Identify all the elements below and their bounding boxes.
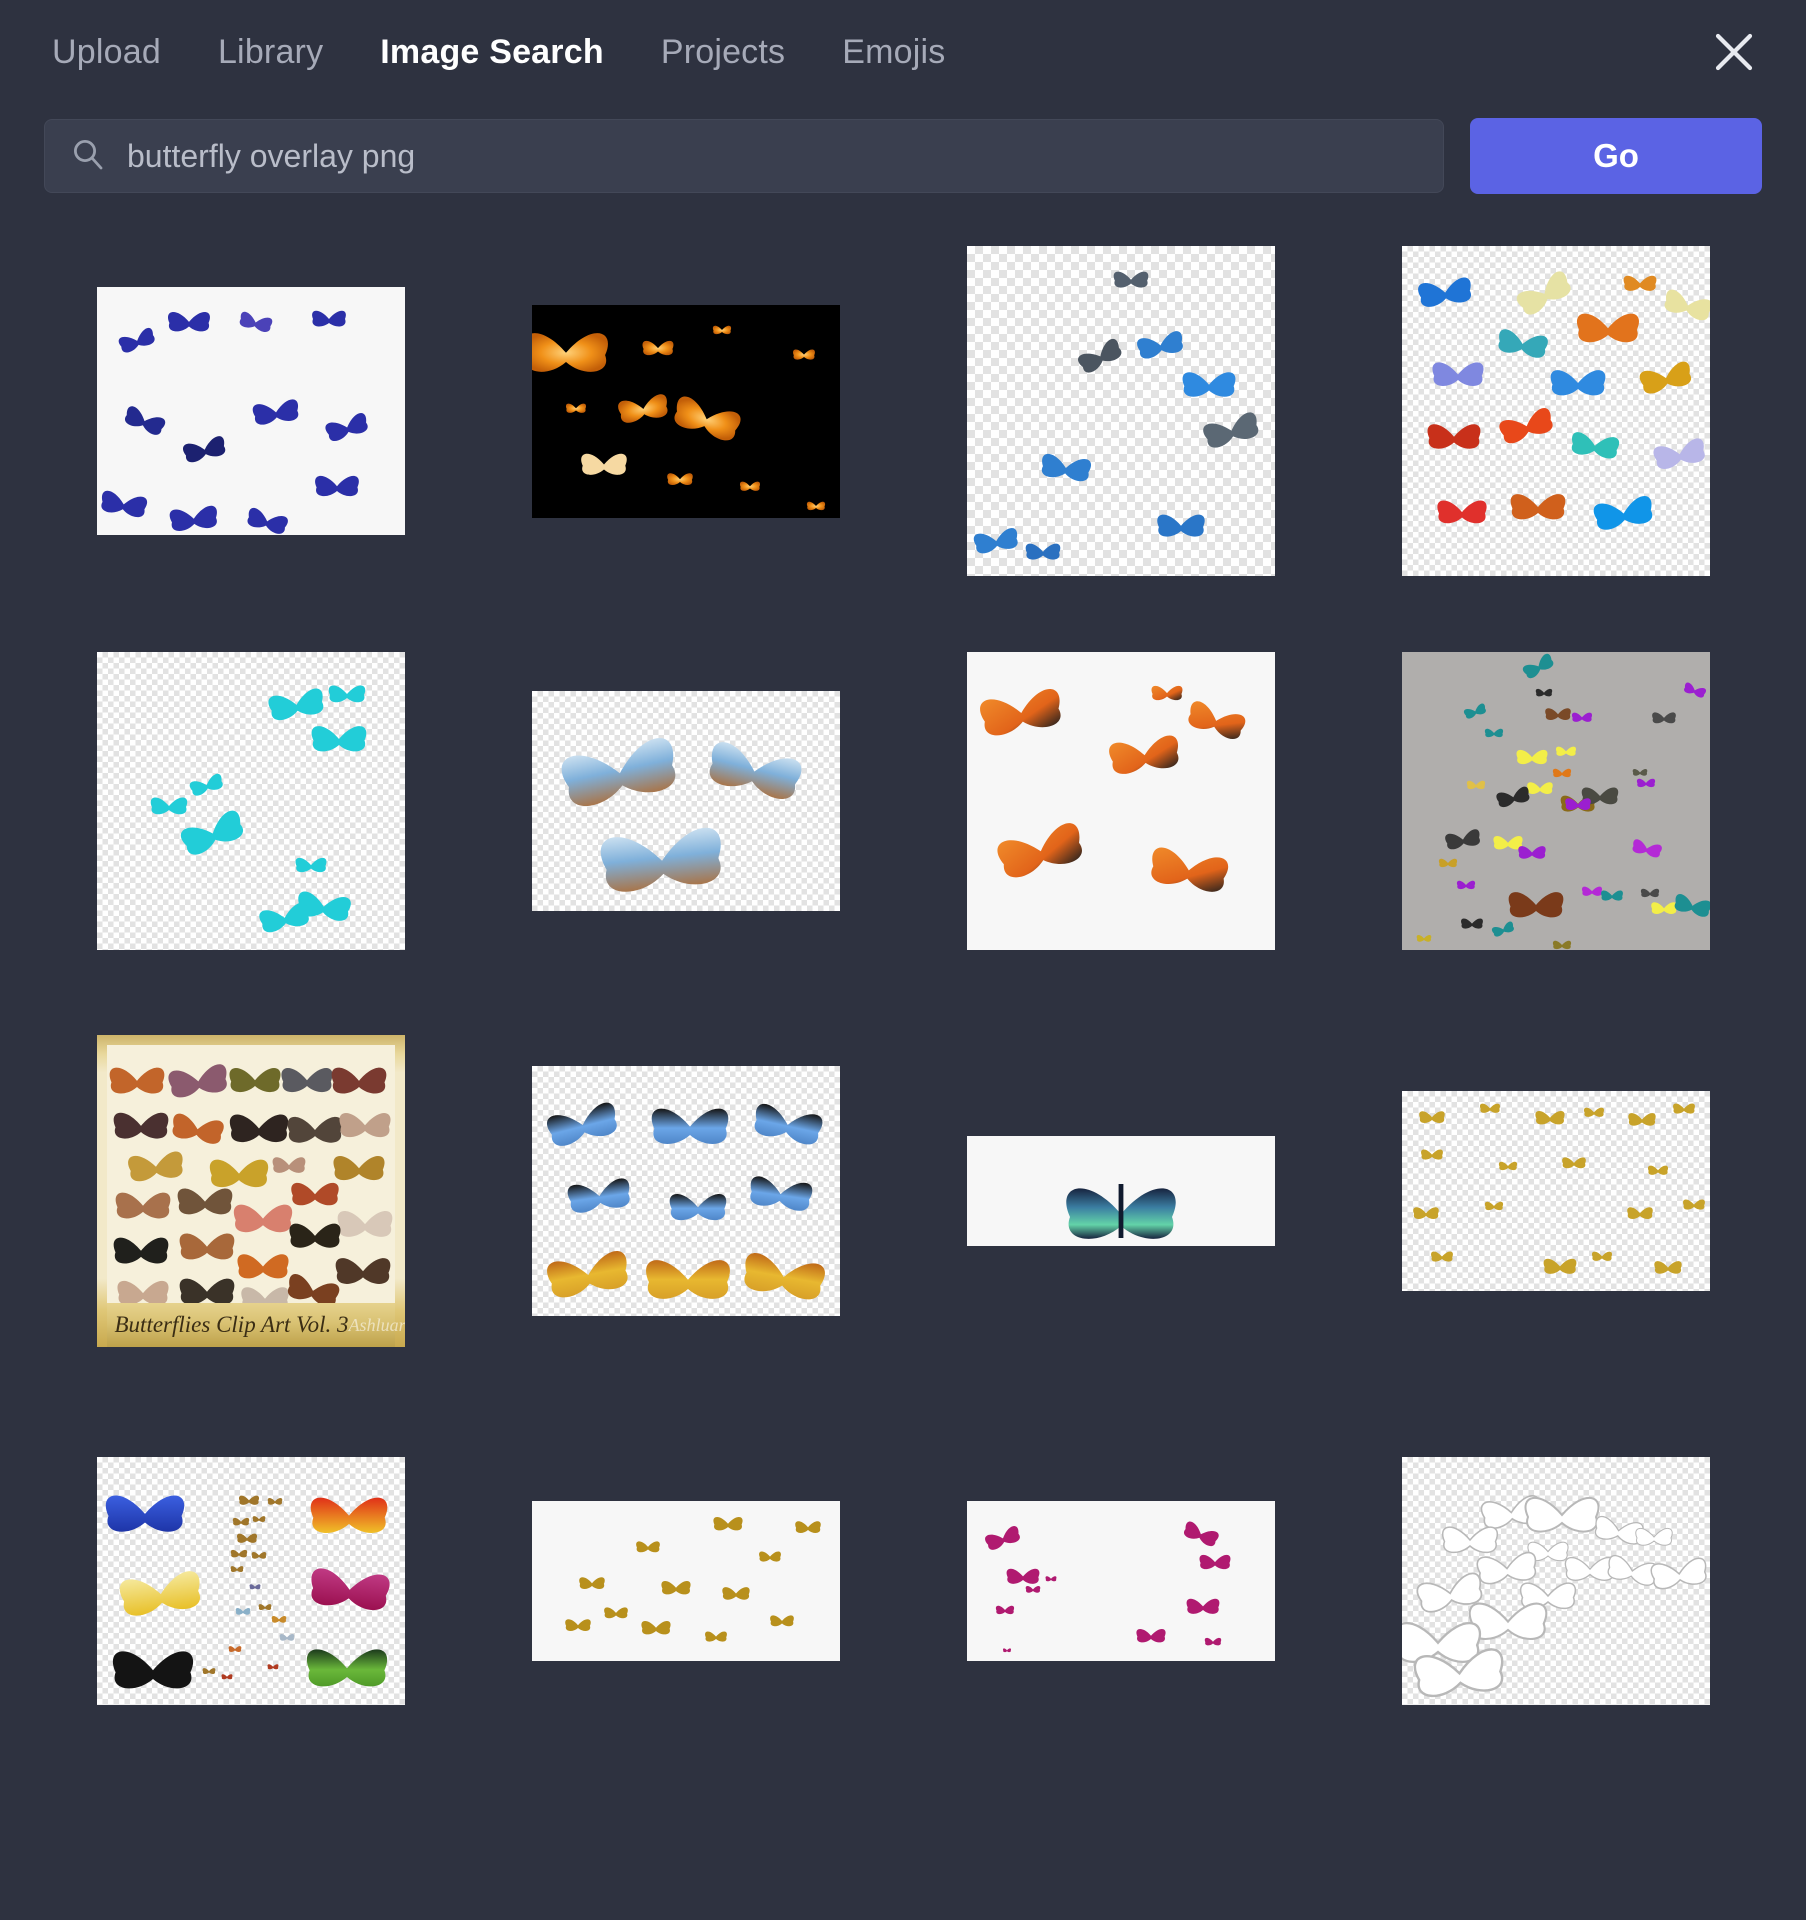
close-icon[interactable] <box>1706 24 1762 80</box>
result-thumbnail <box>531 304 840 518</box>
result-item[interactable] <box>479 1386 892 1776</box>
result-item[interactable] <box>479 996 892 1386</box>
tab-emojis[interactable]: Emojis <box>842 33 945 72</box>
result-item[interactable] <box>914 606 1327 996</box>
result-item[interactable]: Butterflies Clip Art Vol. 3 Ashluart <box>44 996 457 1386</box>
result-item[interactable] <box>1349 606 1762 996</box>
result-thumbnail <box>1401 1457 1710 1705</box>
result-item[interactable] <box>479 216 892 606</box>
search-box[interactable] <box>44 119 1444 193</box>
result-thumbnail <box>966 246 1275 576</box>
tab-projects[interactable]: Projects <box>661 33 785 72</box>
result-thumbnail <box>1401 1091 1710 1291</box>
result-thumbnail <box>1401 246 1710 576</box>
result-thumbnail <box>966 1136 1275 1246</box>
result-item[interactable] <box>44 1386 457 1776</box>
result-item[interactable] <box>44 216 457 606</box>
result-thumbnail <box>96 1457 405 1705</box>
result-item[interactable] <box>1349 216 1762 606</box>
result-thumbnail: Butterflies Clip Art Vol. 3 Ashluart <box>96 1035 405 1347</box>
result-thumbnail <box>531 691 840 911</box>
result-item[interactable] <box>914 216 1327 606</box>
top-tab-bar: Upload Library Image Search Projects Emo… <box>0 0 1806 104</box>
result-thumbnail <box>531 1501 840 1661</box>
results-grid: Butterflies Clip Art Vol. 3 Ashluart <box>0 216 1806 1776</box>
search-row: Go <box>0 118 1806 194</box>
result-item[interactable] <box>1349 996 1762 1386</box>
result-item[interactable] <box>1349 1386 1762 1776</box>
collage-caption-bar: Butterflies Clip Art Vol. 3 Ashluart <box>106 1303 405 1347</box>
result-thumbnail <box>96 287 405 535</box>
result-thumbnail <box>1401 652 1710 950</box>
tab-library[interactable]: Library <box>218 33 323 72</box>
search-icon <box>71 137 105 176</box>
collage-plate <box>106 1045 395 1303</box>
go-button[interactable]: Go <box>1470 118 1762 194</box>
result-thumbnail <box>531 1066 840 1316</box>
result-thumbnail <box>96 652 405 950</box>
result-item[interactable] <box>479 606 892 996</box>
search-input[interactable] <box>127 137 1443 175</box>
result-thumbnail <box>966 652 1275 950</box>
result-item[interactable] <box>914 1386 1327 1776</box>
result-thumbnail <box>966 1501 1275 1661</box>
result-item[interactable] <box>44 606 457 996</box>
tab-image-search[interactable]: Image Search <box>380 33 604 72</box>
tab-upload[interactable]: Upload <box>52 33 161 72</box>
result-item[interactable] <box>914 996 1327 1386</box>
